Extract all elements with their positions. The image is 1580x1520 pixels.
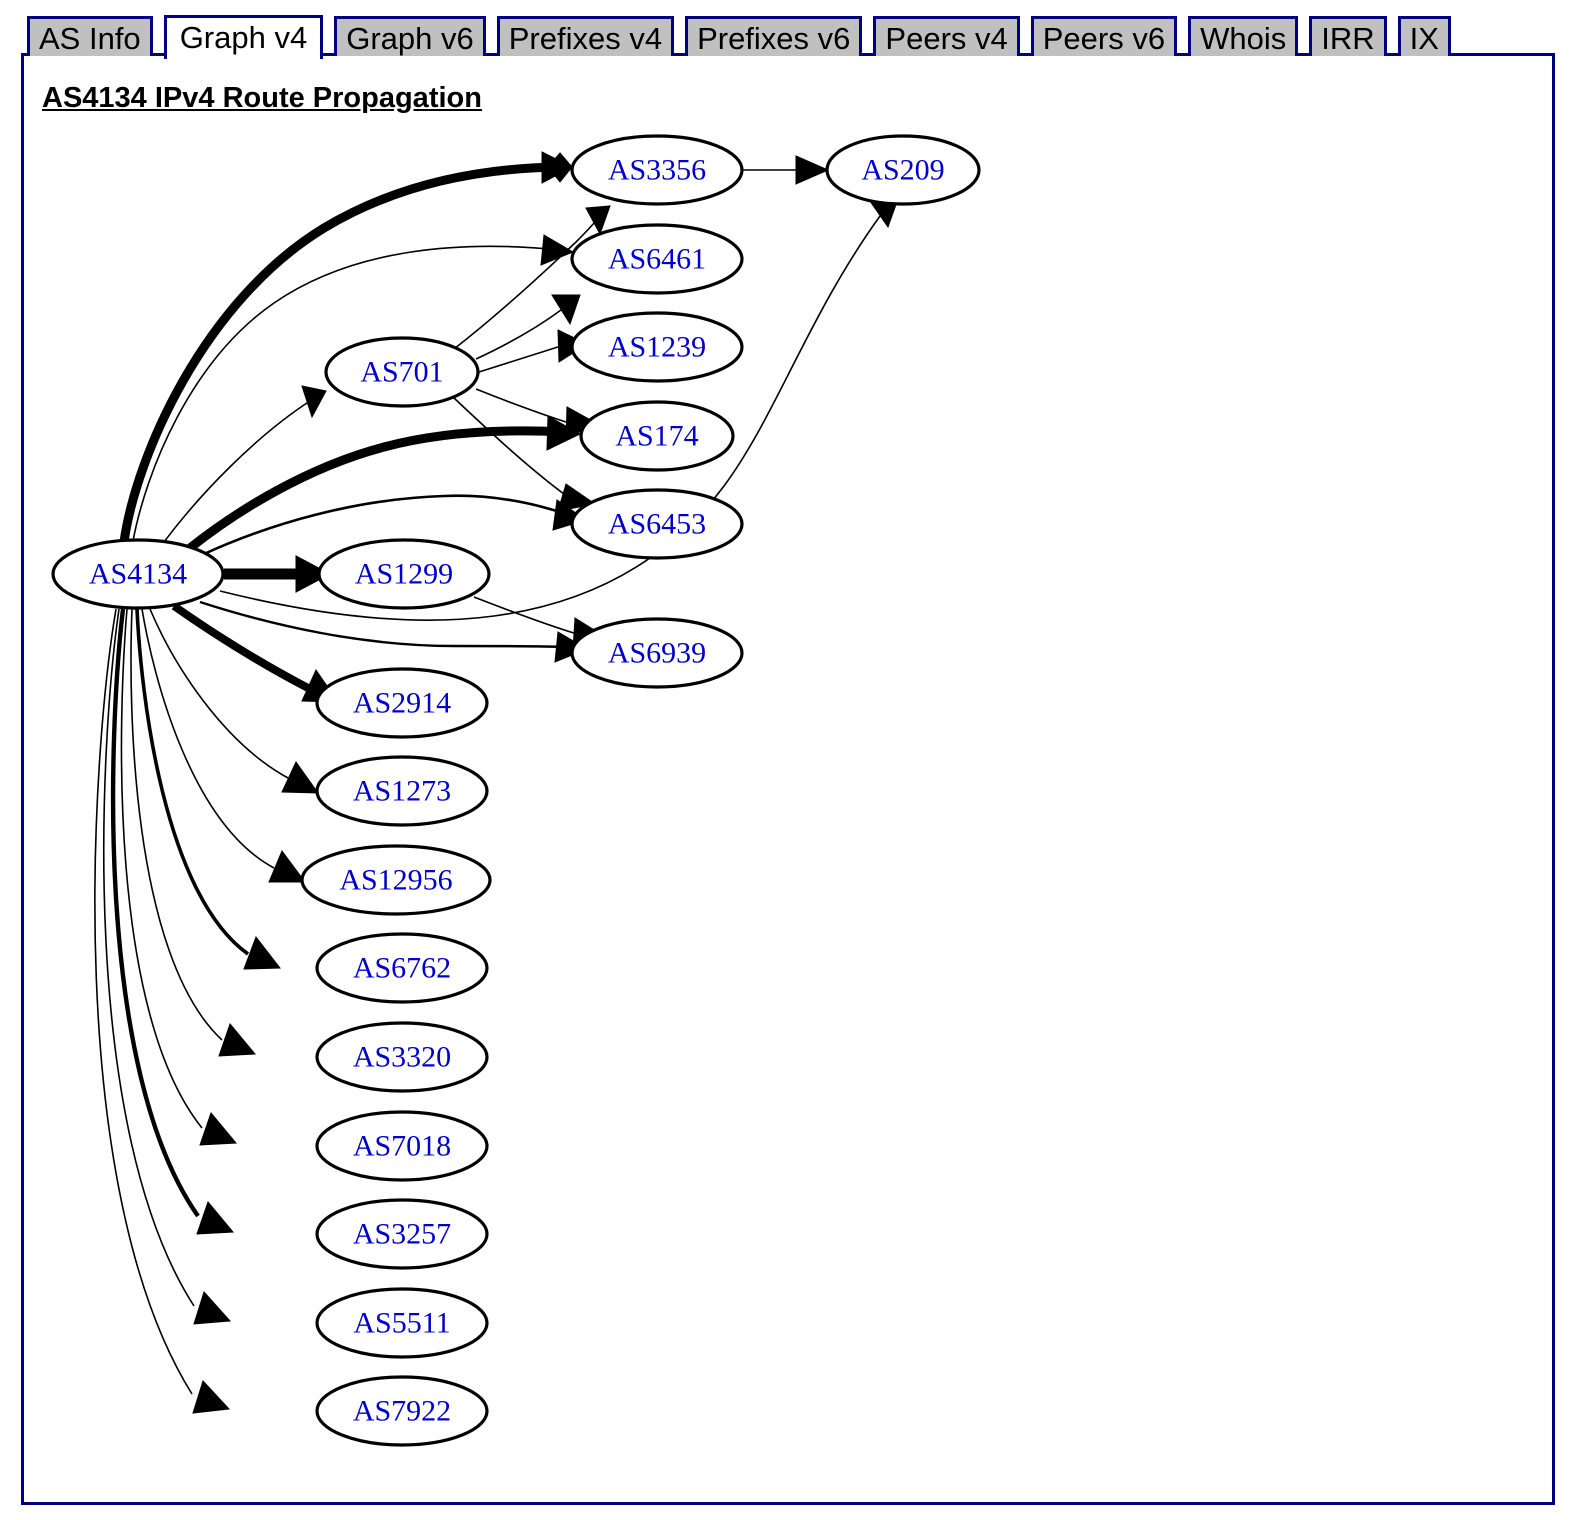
tab-label: AS Info (39, 21, 141, 56)
edge-as4134-as3320 (130, 608, 257, 1057)
tab-as-info[interactable]: AS Info (27, 16, 153, 56)
tab-graph-v6[interactable]: Graph v6 (334, 16, 486, 56)
node-label: AS209 (861, 154, 944, 187)
route-propagation-graph: AS4134 AS3356 AS209 AS6461 AS1239 AS701 (51, 134, 981, 1447)
edge-as701-as1239 (478, 329, 589, 373)
tab-label: Prefixes v6 (697, 21, 851, 56)
node-label: AS1273 (353, 775, 451, 808)
node-as6762[interactable]: AS6762 (315, 932, 489, 1004)
tab-label: Graph v6 (346, 21, 474, 56)
node-label: AS6461 (608, 243, 706, 276)
edge-as4134-as209 (219, 198, 899, 621)
node-as6939[interactable]: AS6939 (570, 617, 744, 689)
node-label: AS701 (360, 356, 443, 389)
tab-label: Graph v4 (179, 20, 308, 55)
tab-label: IX (1409, 21, 1439, 56)
node-as1273[interactable]: AS1273 (315, 755, 489, 827)
tab-content-panel: AS4134 IPv4 Route Propagation AS4134 AS3… (21, 53, 1555, 1505)
edge-as4134-as174 (187, 415, 582, 552)
node-label: AS2914 (353, 687, 451, 720)
node-as1239[interactable]: AS1239 (570, 311, 744, 383)
edge-as4134-as2914 (171, 602, 339, 703)
node-label: AS7922 (353, 1395, 451, 1428)
tab-label: Whois (1200, 21, 1287, 56)
node-as6461[interactable]: AS6461 (570, 223, 744, 295)
node-as174[interactable]: AS174 (579, 400, 735, 472)
node-label: AS1299 (355, 558, 453, 591)
node-as7922[interactable]: AS7922 (315, 1375, 489, 1447)
node-label: AS6762 (353, 952, 451, 985)
node-label: AS5511 (353, 1307, 450, 1340)
node-as3320[interactable]: AS3320 (315, 1021, 489, 1093)
edge-as3356-as209 (743, 155, 830, 185)
tab-label: Peers v4 (885, 21, 1008, 56)
node-as701[interactable]: AS701 (324, 336, 480, 408)
node-label: AS6453 (608, 508, 706, 541)
tab-ix[interactable]: IX (1397, 16, 1451, 56)
node-label: AS7018 (353, 1130, 451, 1163)
tab-bar: AS Info Graph v4 Graph v6 Prefixes v4 Pr… (0, 0, 1580, 59)
node-as6453[interactable]: AS6453 (570, 488, 744, 560)
node-label: AS3320 (353, 1041, 451, 1074)
tab-label: IRR (1321, 21, 1375, 56)
tab-label: Peers v6 (1042, 21, 1166, 56)
node-as12956[interactable]: AS12956 (300, 844, 492, 916)
tab-label: Prefixes v4 (508, 21, 663, 56)
node-as1299[interactable]: AS1299 (317, 538, 491, 610)
edge-layer (94, 151, 899, 1414)
edge-as4134-as1273 (149, 608, 319, 794)
tab-graph-v4[interactable]: Graph v4 (163, 15, 324, 59)
edge-as4134-as6939 (199, 600, 589, 663)
tab-whois[interactable]: Whois (1188, 16, 1299, 56)
edge-as4134-as12956 (141, 608, 306, 883)
tab-prefixes-v4[interactable]: Prefixes v4 (496, 16, 675, 56)
node-as3356[interactable]: AS3356 (570, 134, 744, 206)
node-as209[interactable]: AS209 (825, 134, 981, 206)
node-label: AS1239 (608, 331, 706, 364)
node-as2914[interactable]: AS2914 (315, 667, 489, 739)
node-label: AS12956 (339, 864, 452, 897)
node-as3257[interactable]: AS3257 (315, 1198, 489, 1270)
node-as7018[interactable]: AS7018 (315, 1110, 489, 1182)
tab-peers-v6[interactable]: Peers v6 (1030, 16, 1178, 56)
node-as5511[interactable]: AS5511 (315, 1287, 489, 1359)
edge-as4134-as1299 (224, 555, 332, 593)
tab-prefixes-v6[interactable]: Prefixes v6 (685, 16, 863, 56)
tab-peers-v4[interactable]: Peers v4 (873, 16, 1020, 56)
tab-irr[interactable]: IRR (1309, 16, 1387, 56)
node-label: AS4134 (89, 558, 187, 591)
node-label: AS3257 (353, 1218, 451, 1251)
node-label: AS174 (615, 420, 698, 453)
node-layer: AS4134 AS3356 AS209 AS6461 AS1239 AS701 (51, 134, 981, 1447)
node-label: AS6939 (608, 637, 706, 670)
node-as4134[interactable]: AS4134 (51, 538, 225, 610)
node-label: AS3356 (608, 154, 706, 187)
